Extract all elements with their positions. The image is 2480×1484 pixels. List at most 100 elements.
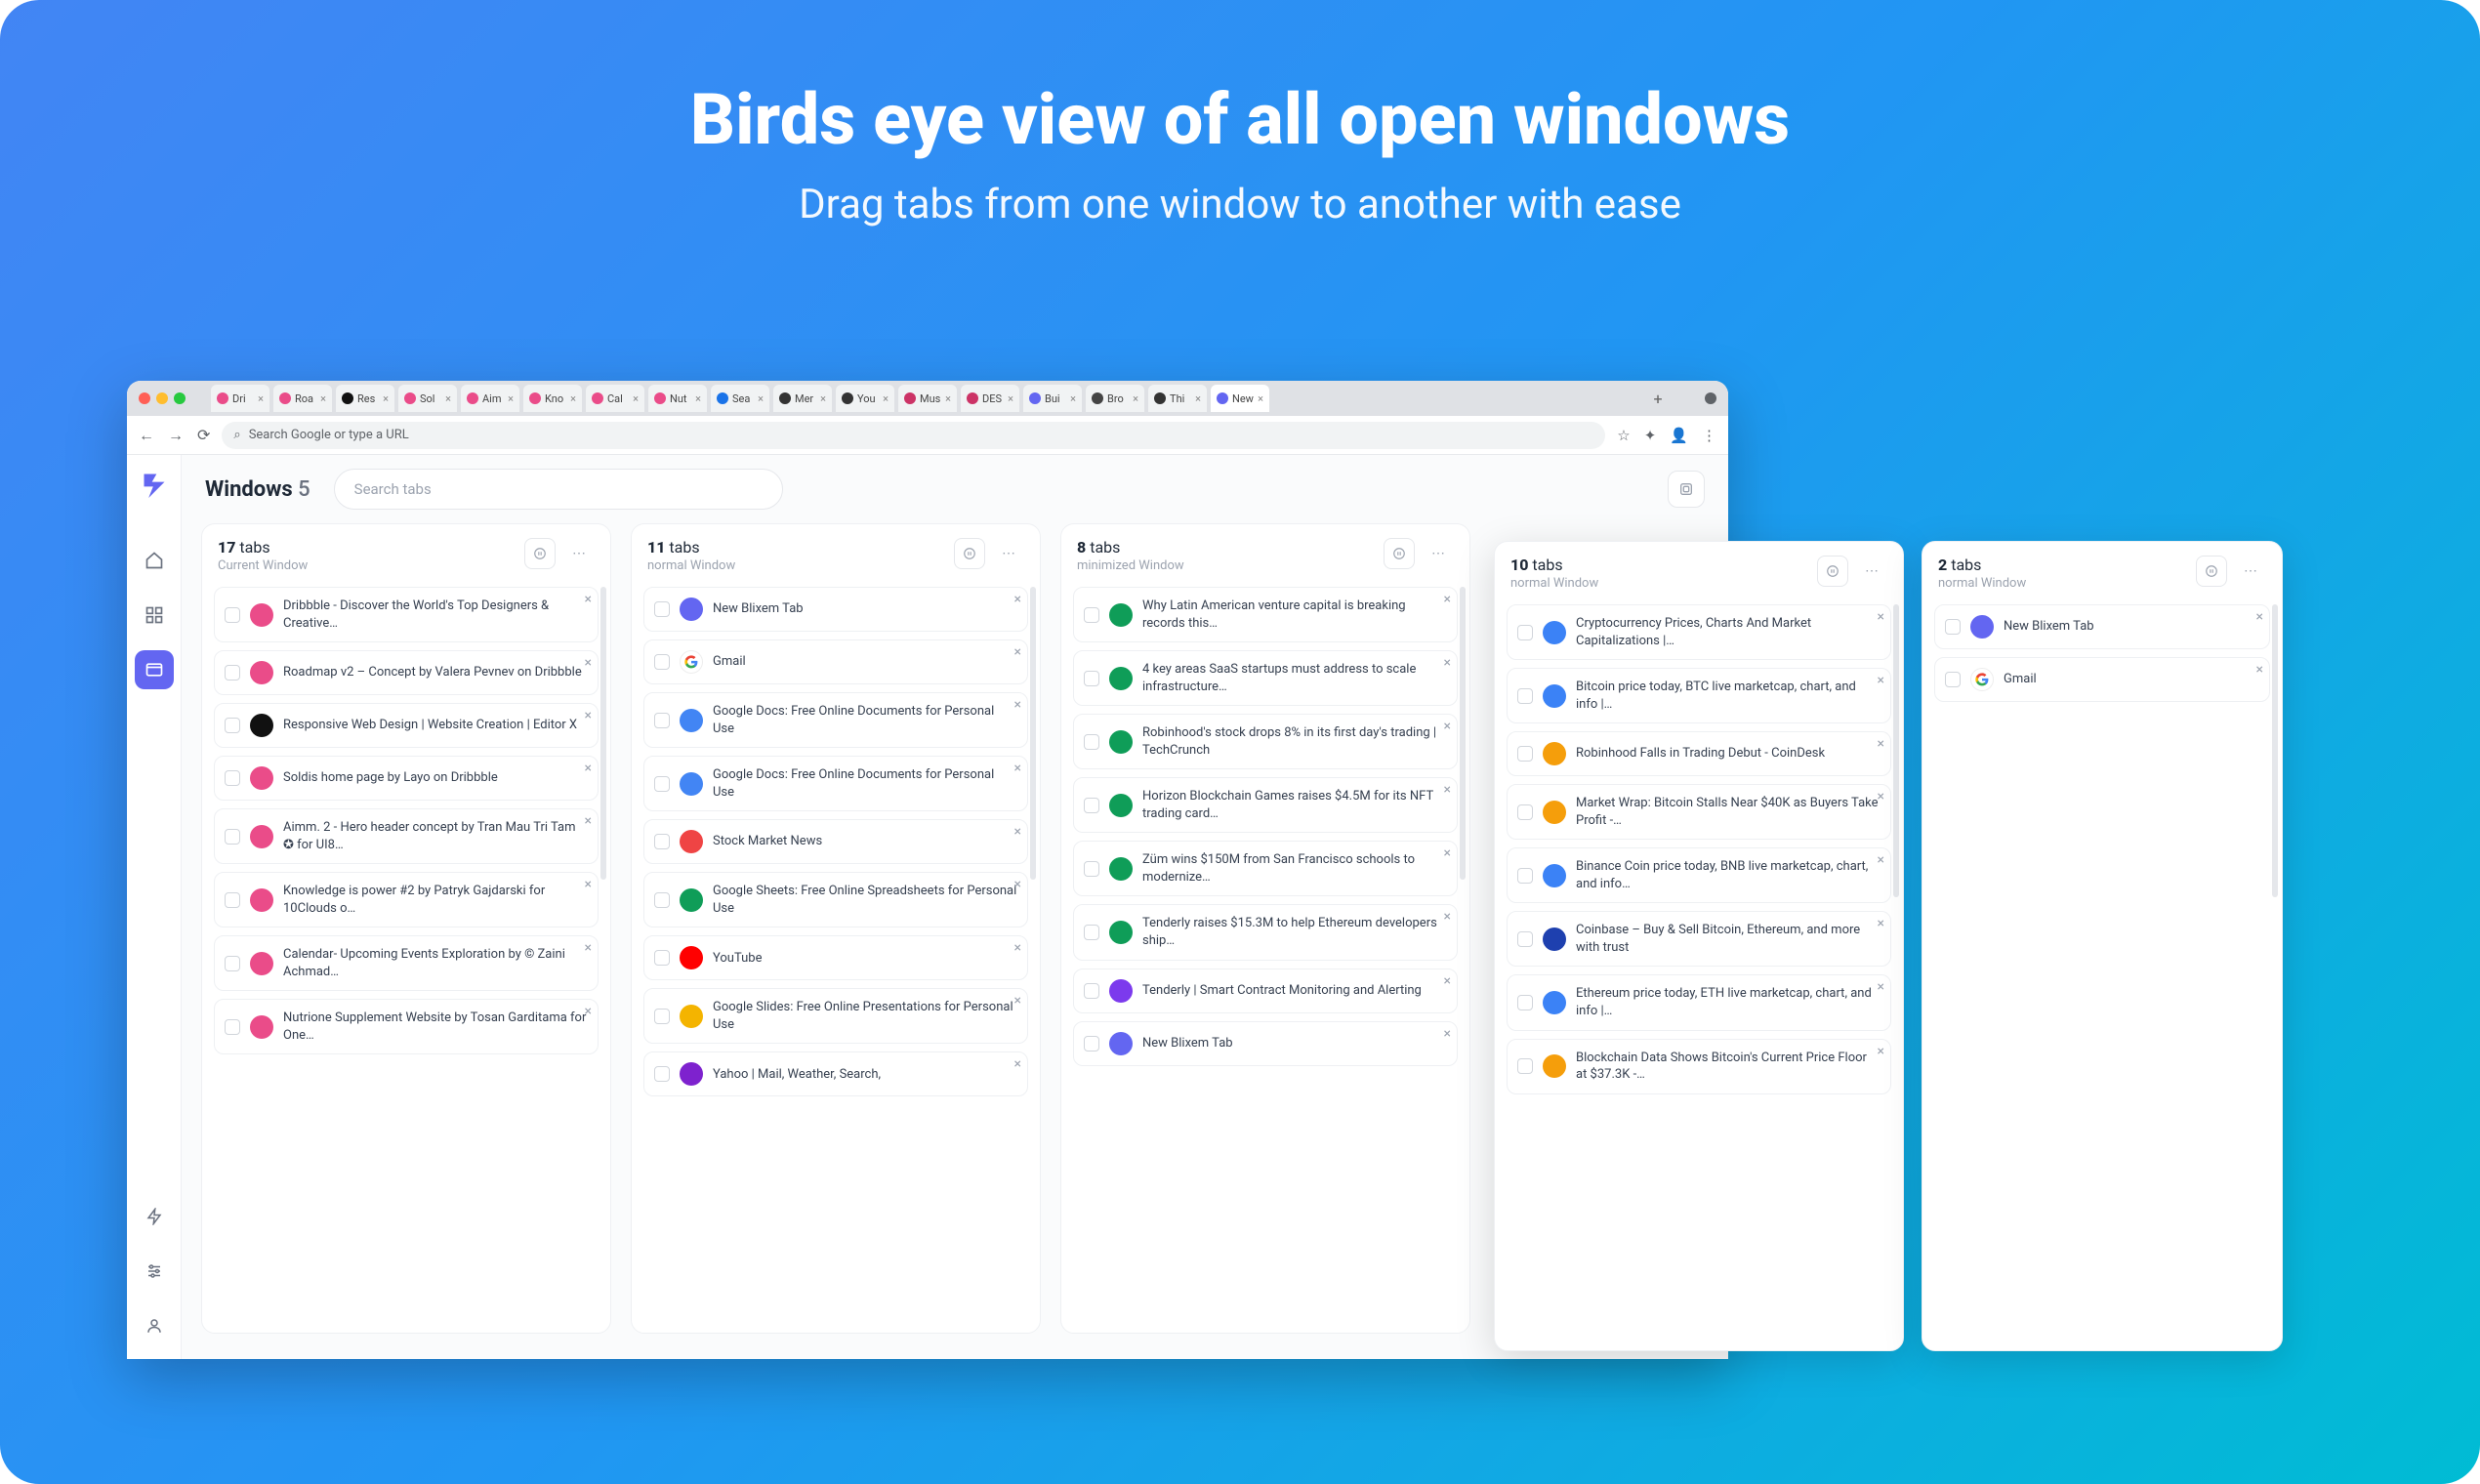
close-icon[interactable]: × [1878,852,1884,868]
tab-item[interactable]: Market Wrap: Bitcoin Stalls Near $40K as… [1507,784,1891,840]
close-icon[interactable]: × [1008,392,1013,405]
close-icon[interactable]: × [320,392,326,405]
column-menu-button[interactable]: ⋯ [2235,556,2266,587]
close-icon[interactable]: × [1444,1026,1451,1042]
column-pause-button[interactable] [954,538,985,569]
tab-item[interactable]: Knowledge is power #2 by Patryk Gajdarsk… [214,872,599,928]
scrollbar[interactable] [1893,604,1899,897]
column-pause-button[interactable] [2196,556,2227,587]
close-icon[interactable]: × [585,813,592,829]
back-button[interactable]: ← [139,426,154,445]
sidebar-home-icon[interactable] [135,541,174,580]
checkbox[interactable] [225,718,240,733]
checkbox[interactable] [654,713,670,728]
tab-item[interactable]: Ethereum price today, ETH live marketcap… [1507,974,1891,1030]
scrollbar[interactable] [1460,587,1466,880]
close-icon[interactable]: × [945,392,951,405]
tab-item[interactable]: New Blixem Tab × [643,587,1028,632]
browser-tab[interactable]: Sol× [398,385,457,412]
close-icon[interactable]: × [585,940,592,956]
checkbox[interactable] [1084,925,1099,940]
browser-tab[interactable]: Sea× [711,385,769,412]
checkbox[interactable] [225,956,240,971]
column-pause-button[interactable] [1384,538,1415,569]
sidebar-windows-icon[interactable] [135,650,174,689]
browser-tab[interactable]: New× [1211,385,1269,412]
checkbox[interactable] [225,607,240,623]
close-icon[interactable]: × [1444,973,1451,989]
close-icon[interactable]: × [758,392,764,405]
browser-tab[interactable]: Kno× [523,385,582,412]
close-icon[interactable]: × [1014,824,1021,840]
column-pause-button[interactable] [1817,556,1848,587]
checkbox[interactable] [654,1009,670,1024]
checkbox[interactable] [654,834,670,849]
tab-item[interactable]: 4 key areas SaaS startups must address t… [1073,650,1458,706]
close-icon[interactable]: × [695,392,701,405]
checkbox[interactable] [654,892,670,908]
sidebar-bolt-icon[interactable] [135,1197,174,1236]
column-menu-button[interactable]: ⋯ [1423,538,1454,569]
checkbox[interactable] [654,1066,670,1082]
reload-button[interactable]: ⟳ [197,426,210,445]
close-icon[interactable]: × [1014,592,1021,607]
checkbox[interactable] [1517,868,1533,884]
tab-item[interactable]: YouTube × [643,935,1028,980]
new-tab-button[interactable]: + [1646,387,1670,410]
tab-item[interactable]: Robinhood Falls in Trading Debut - CoinD… [1507,731,1891,776]
tab-item[interactable]: Dribbble - Discover the World's Top Desi… [214,587,599,642]
browser-tab[interactable]: Mer× [773,385,832,412]
close-icon[interactable]: × [1195,392,1201,405]
close-icon[interactable]: × [445,392,451,405]
tab-item[interactable]: Tenderly raises $15.3M to help Ethereum … [1073,904,1458,960]
close-icon[interactable]: × [1014,761,1021,776]
checkbox[interactable] [654,654,670,670]
checkbox[interactable] [225,892,240,908]
extensions-icon[interactable]: ✦ [1644,427,1657,444]
close-icon[interactable]: × [1014,940,1021,956]
tab-item[interactable]: Tenderly | Smart Contract Monitoring and… [1073,969,1458,1013]
browser-tab[interactable]: Res× [336,385,394,412]
browser-tab[interactable]: Thi× [1148,385,1207,412]
address-bar[interactable]: ⌕ Search Google or type a URL [222,422,1605,449]
close-icon[interactable]: × [258,392,264,405]
checkbox[interactable] [1084,983,1099,999]
close-icon[interactable]: × [383,392,389,405]
checkbox[interactable] [1084,671,1099,686]
checkbox[interactable] [1945,619,1961,635]
star-icon[interactable]: ☆ [1617,427,1630,444]
close-icon[interactable]: × [1444,592,1451,607]
tab-item[interactable]: Binance Coin price today, BNB live marke… [1507,847,1891,903]
checkbox[interactable] [654,601,670,617]
checkbox[interactable] [225,770,240,786]
close-icon[interactable]: × [1878,789,1884,804]
checkbox[interactable] [1084,1036,1099,1051]
tab-item[interactable]: Coinbase – Buy & Sell Bitcoin, Ethereum,… [1507,911,1891,967]
checkbox[interactable] [1084,607,1099,623]
tab-item[interactable]: Blockchain Data Shows Bitcoin's Current … [1507,1039,1891,1094]
browser-tab[interactable]: Nut× [648,385,707,412]
close-icon[interactable]: × [1014,644,1021,660]
tab-item[interactable]: Nutrione Supplement Website by Tosan Gar… [214,999,599,1054]
sidebar-user-icon[interactable] [135,1306,174,1345]
forward-button[interactable]: → [168,426,184,445]
close-icon[interactable]: × [1014,993,1021,1009]
app-logo-icon[interactable] [139,469,170,500]
checkbox[interactable] [1517,746,1533,762]
tab-item[interactable]: Google Slides: Free Online Presentations… [643,988,1028,1044]
tab-item[interactable]: Google Sheets: Free Online Spreadsheets … [643,872,1028,928]
search-input[interactable]: Search tabs [334,469,783,510]
tab-item[interactable]: New Blixem Tab × [1934,604,2270,649]
checkbox[interactable] [1517,688,1533,704]
close-icon[interactable]: × [1444,655,1451,671]
tab-item[interactable]: Why Latin American venture capital is br… [1073,587,1458,642]
browser-tab[interactable]: Cal× [586,385,644,412]
checkbox[interactable] [1517,931,1533,947]
column-menu-button[interactable]: ⋯ [563,538,595,569]
tab-item[interactable]: Horizon Blockchain Games raises $4.5M fo… [1073,777,1458,833]
tab-item[interactable]: Gmail × [1934,657,2270,702]
window-close-icon[interactable] [139,392,150,404]
close-icon[interactable]: × [1258,392,1263,405]
profile-icon[interactable]: 👤 [1670,427,1688,444]
tab-item[interactable]: Calendar- Upcoming Events Exploration by… [214,935,599,991]
